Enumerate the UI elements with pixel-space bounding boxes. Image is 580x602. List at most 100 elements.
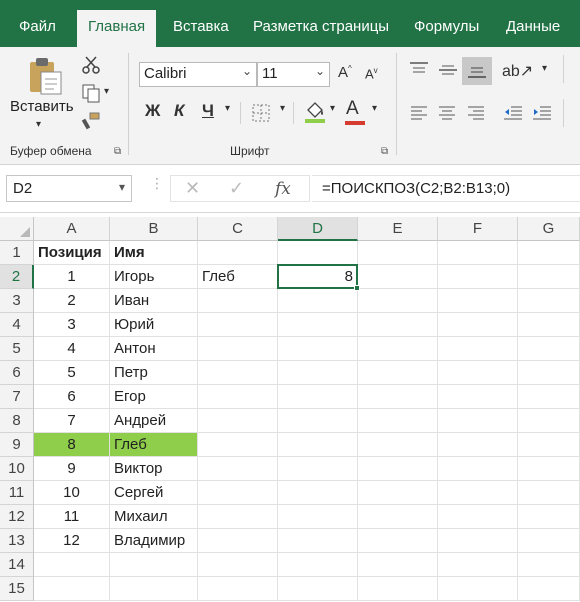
cell-d7[interactable] [278, 385, 358, 409]
cell-d8[interactable] [278, 409, 358, 433]
column-header-e[interactable]: E [358, 217, 438, 241]
tab-insert[interactable]: Вставка [171, 10, 231, 47]
cell-f1[interactable] [438, 241, 518, 265]
cell-a5[interactable]: 4 [34, 337, 110, 361]
cell-b8[interactable]: Андрей [110, 409, 198, 433]
cell-g14[interactable] [518, 553, 580, 577]
cell-e5[interactable] [358, 337, 438, 361]
borders-dropdown-icon[interactable]: ▾ [280, 103, 285, 114]
font-color-button[interactable]: A [346, 98, 359, 120]
cell-b12[interactable]: Михаил [110, 505, 198, 529]
align-left-icon[interactable] [410, 105, 428, 121]
format-painter-icon[interactable] [81, 111, 101, 131]
increase-font-button[interactable]: A^ [338, 64, 352, 81]
cell-c4[interactable] [198, 313, 278, 337]
cell-d15[interactable] [278, 577, 358, 601]
cell-b10[interactable]: Виктор [110, 457, 198, 481]
row-header-14[interactable]: 14 [0, 553, 34, 577]
decrease-font-button[interactable]: Av [365, 66, 378, 81]
cell-d6[interactable] [278, 361, 358, 385]
cell-d5[interactable] [278, 337, 358, 361]
cell-e1[interactable] [358, 241, 438, 265]
tab-data[interactable]: Данные [504, 10, 562, 47]
column-header-g[interactable]: G [518, 217, 580, 241]
cancel-icon[interactable]: ✕ [185, 178, 200, 199]
row-header-11[interactable]: 11 [0, 481, 34, 505]
borders-icon[interactable] [252, 104, 270, 122]
cell-d3[interactable] [278, 289, 358, 313]
cell-g8[interactable] [518, 409, 580, 433]
cell-f8[interactable] [438, 409, 518, 433]
cell-b4[interactable]: Юрий [110, 313, 198, 337]
cell-g13[interactable] [518, 529, 580, 553]
row-header-2[interactable]: 2 [0, 265, 34, 289]
cut-icon[interactable] [81, 55, 101, 75]
column-header-d[interactable]: D [278, 217, 358, 241]
cell-d12[interactable] [278, 505, 358, 529]
cell-f9[interactable] [438, 433, 518, 457]
underline-dropdown-icon[interactable]: ▾ [225, 103, 230, 114]
cell-e3[interactable] [358, 289, 438, 313]
cell-b6[interactable]: Петр [110, 361, 198, 385]
cell-a13[interactable]: 12 [34, 529, 110, 553]
column-header-a[interactable]: A [34, 217, 110, 241]
font-color-dropdown-icon[interactable]: ▾ [372, 103, 377, 114]
cell-c8[interactable] [198, 409, 278, 433]
copy-icon[interactable] [81, 83, 101, 103]
select-all-button[interactable] [0, 217, 34, 241]
cell-a9[interactable]: 8 [34, 433, 110, 457]
cell-g3[interactable] [518, 289, 580, 313]
cell-e7[interactable] [358, 385, 438, 409]
cell-c14[interactable] [198, 553, 278, 577]
copy-dropdown-icon[interactable]: ▾ [104, 86, 109, 97]
cell-e10[interactable] [358, 457, 438, 481]
cell-g9[interactable] [518, 433, 580, 457]
cell-f7[interactable] [438, 385, 518, 409]
cell-e15[interactable] [358, 577, 438, 601]
cell-f12[interactable] [438, 505, 518, 529]
cell-b2[interactable]: Игорь [110, 265, 198, 289]
cell-c13[interactable] [198, 529, 278, 553]
cell-f5[interactable] [438, 337, 518, 361]
cell-g7[interactable] [518, 385, 580, 409]
cell-a2[interactable]: 1 [34, 265, 110, 289]
cell-e2[interactable] [358, 265, 438, 289]
cell-e9[interactable] [358, 433, 438, 457]
cell-b15[interactable] [110, 577, 198, 601]
align-middle-icon[interactable] [437, 61, 459, 79]
cell-f15[interactable] [438, 577, 518, 601]
cell-d11[interactable] [278, 481, 358, 505]
row-header-9[interactable]: 9 [0, 433, 34, 457]
paste-button[interactable]: Вставить [10, 98, 74, 115]
cell-g12[interactable] [518, 505, 580, 529]
font-name-select[interactable]: Calibri ⌄ [139, 62, 257, 87]
cell-b14[interactable] [110, 553, 198, 577]
decrease-indent-icon[interactable] [503, 105, 523, 121]
row-header-6[interactable]: 6 [0, 361, 34, 385]
cell-d9[interactable] [278, 433, 358, 457]
cell-g1[interactable] [518, 241, 580, 265]
cell-f3[interactable] [438, 289, 518, 313]
cell-a15[interactable] [34, 577, 110, 601]
orientation-icon[interactable]: ab↗ [502, 61, 533, 81]
cell-a7[interactable]: 6 [34, 385, 110, 409]
font-size-select[interactable]: 11 ⌄ [257, 62, 330, 87]
cell-e12[interactable] [358, 505, 438, 529]
cell-a1[interactable]: Позиция [34, 241, 110, 265]
cell-b13[interactable]: Владимир [110, 529, 198, 553]
tab-page-layout[interactable]: Разметка страницы [251, 10, 391, 47]
cell-b9[interactable]: Глеб [110, 433, 198, 457]
cell-g5[interactable] [518, 337, 580, 361]
cell-c7[interactable] [198, 385, 278, 409]
cell-a4[interactable]: 3 [34, 313, 110, 337]
align-top-icon[interactable] [408, 61, 430, 79]
formula-input[interactable]: =ПОИСКПОЗ(C2;B2:B13;0) [312, 175, 580, 202]
column-header-f[interactable]: F [438, 217, 518, 241]
cell-b7[interactable]: Егор [110, 385, 198, 409]
cell-c2[interactable]: Глеб [198, 265, 278, 289]
column-header-c[interactable]: C [198, 217, 278, 241]
cell-g6[interactable] [518, 361, 580, 385]
cell-d10[interactable] [278, 457, 358, 481]
orientation-dropdown-icon[interactable]: ▾ [542, 63, 547, 74]
cell-a6[interactable]: 5 [34, 361, 110, 385]
